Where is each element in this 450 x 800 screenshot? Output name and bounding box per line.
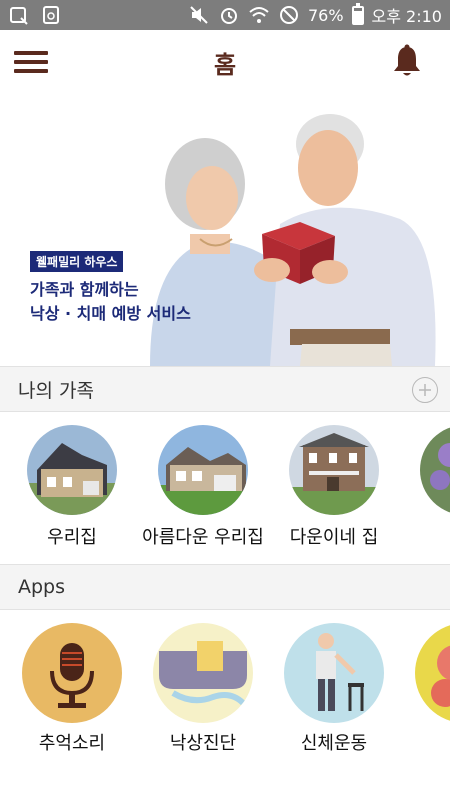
mute-icon	[188, 4, 210, 26]
status-right: 76% 오후 2:10	[188, 2, 442, 27]
wifi-icon	[248, 4, 270, 26]
plus-icon	[419, 384, 431, 396]
house-image	[27, 425, 117, 515]
hamburger-menu-icon[interactable]	[14, 48, 48, 76]
app-item[interactable]: 낙상진단	[128, 623, 278, 755]
hero-banner[interactable]: 웰패밀리 하우스 가족과 함께하는 낙상 · 치매 예방 서비스	[0, 94, 450, 366]
family-item[interactable]: 미	[390, 425, 450, 549]
alarm-icon	[218, 4, 240, 26]
family-section-title: 나의 가족	[18, 379, 94, 402]
apps-section-title: Apps	[18, 576, 66, 598]
elderly-couple-photo	[150, 114, 436, 366]
add-family-button[interactable]	[412, 377, 438, 403]
family-item-label: 다운이네 집	[289, 527, 379, 548]
banner-badge: 웰패밀리 하우스	[30, 251, 124, 272]
banner-headline-2: 낙상 · 치매 예방 서비스	[30, 304, 191, 323]
screen-icon	[8, 4, 30, 26]
page-title: 홈	[213, 50, 237, 79]
house-image	[158, 425, 248, 515]
app-item-label: 낙상진단	[169, 733, 237, 754]
status-time: 오후 2:10	[371, 7, 442, 26]
family-item[interactable]: 우리집	[0, 425, 147, 549]
flower-icon	[415, 623, 450, 723]
bell-icon[interactable]	[392, 44, 422, 78]
family-item[interactable]: 다운이네 집	[259, 425, 409, 549]
recycle-icon	[40, 4, 62, 26]
microphone-icon	[22, 623, 122, 723]
exercise-icon	[284, 623, 384, 723]
app-item-label: 신체운동	[300, 733, 368, 754]
battery-percent: 76%	[307, 5, 344, 25]
battery-icon	[351, 2, 364, 25]
bathtub-icon	[153, 623, 253, 723]
house-image	[289, 425, 379, 515]
apps-list: 추억소리 낙상진단 신체운동	[0, 610, 450, 770]
dnd-icon	[278, 4, 300, 26]
app-item[interactable]: 치	[390, 623, 450, 755]
family-list: 우리집 아름다운 우리집 다운이네 집	[0, 412, 450, 564]
app-item-label: 추억소리	[38, 733, 106, 754]
family-section-header: 나의 가족	[0, 366, 450, 412]
banner-headline-1: 가족과 함께하는	[30, 280, 139, 299]
family-item-label: 우리집	[47, 527, 97, 548]
app-item[interactable]: 추억소리	[0, 623, 147, 755]
status-left	[8, 4, 62, 26]
apps-section-header: Apps	[0, 564, 450, 610]
app-bar: 홈	[0, 30, 450, 94]
family-item-label: 아름다운 우리집	[142, 527, 264, 548]
app-item[interactable]: 신체운동	[259, 623, 409, 755]
house-image	[420, 425, 450, 515]
family-item[interactable]: 아름다운 우리집	[128, 425, 278, 549]
status-bar: 76% 오후 2:10	[0, 0, 450, 30]
